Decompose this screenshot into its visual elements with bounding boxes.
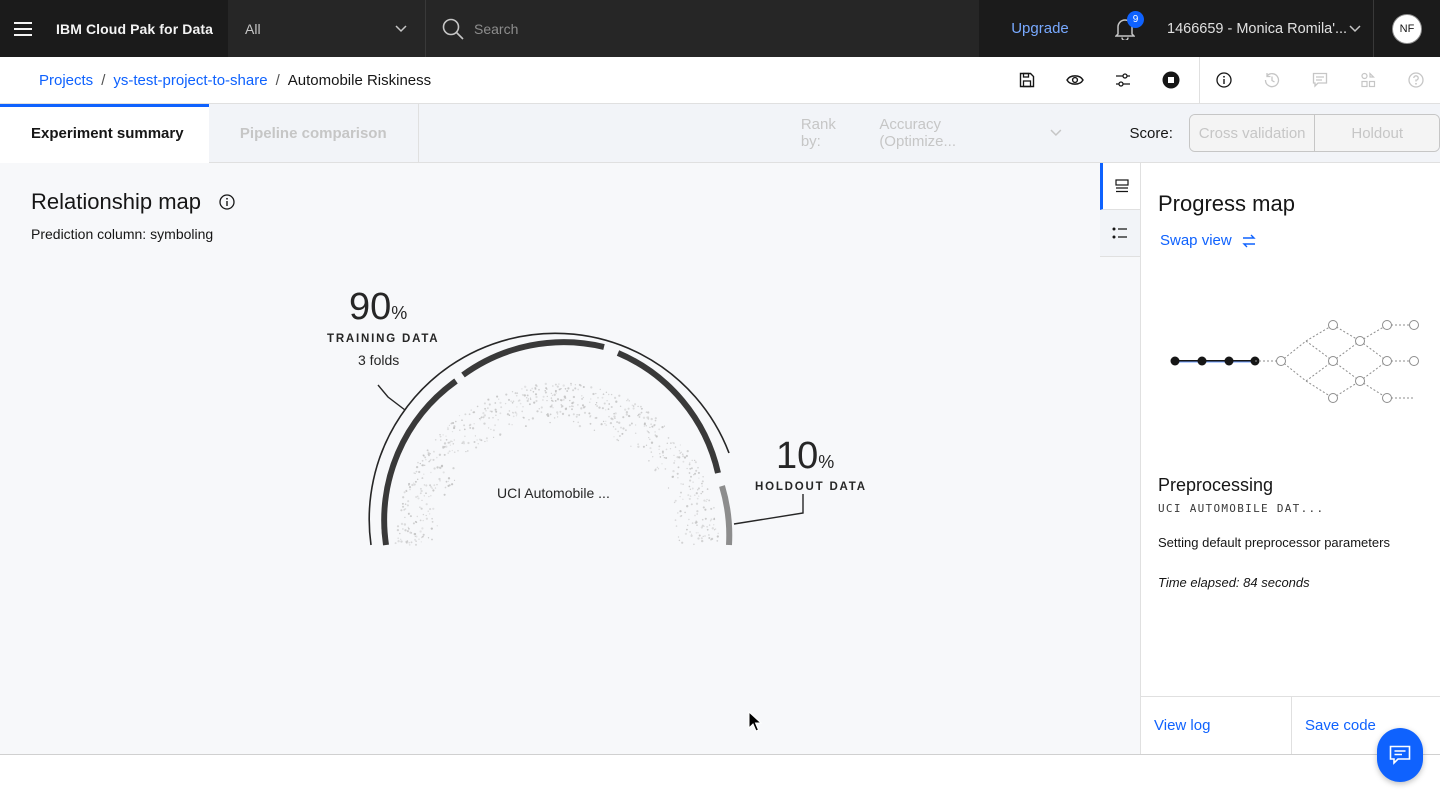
score-holdout-button[interactable]: Holdout [1314, 115, 1439, 151]
holdout-arc [719, 485, 733, 546]
outer-arc [368, 332, 730, 546]
avatar-button[interactable]: NF [1373, 0, 1440, 57]
chat-icon [1389, 745, 1411, 765]
pct-sign: % [391, 303, 408, 323]
pipeline-progress-graph [1170, 320, 1419, 403]
training-folds: 3 folds [358, 352, 400, 368]
settings-adjust-icon [1116, 73, 1130, 87]
training-leader-line [377, 384, 406, 411]
save-button[interactable] [1003, 57, 1051, 104]
breadcrumb-projects[interactable]: Projects [39, 72, 93, 89]
time-elapsed: Time elapsed: 84 seconds [1158, 575, 1310, 590]
account-name: 1466659 - Monica Romila'... [1167, 20, 1348, 37]
bulleted-list-icon [1112, 227, 1127, 239]
holdout-pct-value: 10 [776, 435, 819, 477]
pending-nodes [1276, 320, 1419, 403]
stage-description: Setting default preprocessor parameters [1158, 535, 1390, 550]
rank-by-control: Rank by: Accuracy (Optimize... [801, 116, 1062, 150]
breadcrumb-project[interactable]: ys-test-project-to-share [113, 72, 267, 89]
swap-view-link[interactable]: Swap view [1160, 232, 1256, 249]
tab-pipeline-comparison[interactable]: Pipeline comparison [209, 103, 419, 163]
breadcrumb: Projects / ys-test-project-to-share / Au… [0, 72, 1003, 89]
panel-view-switcher [1100, 163, 1140, 257]
rank-by-dropdown[interactable]: Accuracy (Optimize... [879, 116, 1062, 150]
comments-button[interactable] [1296, 57, 1344, 104]
comment-icon [1312, 72, 1328, 88]
score-switcher: Cross validation Holdout [1188, 114, 1440, 152]
breadcrumb-current: Automobile Riskiness [287, 71, 432, 89]
chevron-down-icon [1349, 24, 1361, 32]
account-switcher[interactable]: 1466659 - Monica Romila'... [1149, 0, 1373, 57]
save-icon [1019, 72, 1035, 88]
holdout-caption: HOLDOUT DATA [755, 481, 867, 493]
search-input[interactable]: Search [426, 0, 979, 57]
breadcrumb-separator: / [275, 71, 280, 89]
stop-icon [1162, 71, 1180, 89]
training-pct-value: 90 [349, 286, 392, 328]
view-icon [1066, 75, 1084, 85]
rank-by-label: Rank by: [800, 116, 836, 150]
help-icon [1408, 72, 1424, 88]
training-percentage: 90% [349, 286, 407, 329]
upgrade-link[interactable]: Upgrade [979, 20, 1101, 37]
hamburger-icon [14, 21, 32, 36]
bottom-bar [0, 754, 1440, 800]
score-cross-validation-button[interactable]: Cross validation [1189, 115, 1315, 151]
chevron-down-icon [395, 24, 407, 32]
tab-experiment-summary[interactable]: Experiment summary [0, 103, 209, 163]
scope-value: All [245, 20, 261, 37]
settings-button[interactable] [1099, 57, 1147, 104]
breadcrumb-bar: Projects / ys-test-project-to-share / Au… [0, 56, 1440, 104]
mouse-cursor-icon [748, 711, 762, 732]
apps-button[interactable] [1344, 57, 1392, 104]
menu-button[interactable] [0, 0, 46, 57]
notifications-button[interactable]: 9 [1101, 0, 1149, 57]
information-button[interactable] [1200, 57, 1248, 104]
experiment-toolbar [1003, 56, 1440, 104]
list-view-icon [1114, 179, 1129, 193]
breadcrumb-separator: / [101, 71, 106, 89]
stage-title: Preprocessing [1158, 475, 1274, 495]
swap-arrows-icon [1242, 234, 1256, 247]
search-placeholder: Search [474, 20, 519, 37]
dataset-particles [394, 382, 719, 546]
progress-map-view-tab[interactable] [1100, 163, 1140, 210]
top-navigation-bar: IBM Cloud Pak for Data All Search Upgrad… [0, 0, 1440, 57]
view-log-button[interactable]: View log [1141, 697, 1291, 754]
pct-sign: % [818, 452, 835, 472]
brand-name[interactable]: IBM Cloud Pak for Data [46, 21, 228, 37]
data-split-diagram [368, 332, 804, 546]
holdout-leader-line [733, 494, 804, 525]
relationship-map-area: Relationship map Prediction column: symbo… [0, 163, 1140, 754]
information-icon [1216, 72, 1232, 88]
chat-button[interactable] [1377, 728, 1423, 782]
apps-icon [1361, 72, 1376, 88]
chevron-down-icon [1050, 129, 1062, 137]
progress-map-panel: Progress map Swap view Preprocessing UCI… [1140, 163, 1440, 754]
view-button[interactable] [1051, 57, 1099, 104]
experiment-tabs: Experiment summary Pipeline comparison R… [0, 103, 1440, 163]
step-list-view-tab[interactable] [1100, 210, 1140, 257]
swap-view-label: Swap view [1160, 232, 1232, 249]
scope-dropdown[interactable]: All [228, 0, 426, 57]
holdout-percentage: 10% [776, 435, 834, 478]
stop-button[interactable] [1147, 57, 1195, 104]
score-label: Score: [1129, 124, 1173, 142]
training-caption: TRAINING DATA [327, 333, 440, 345]
avatar: NF [1392, 13, 1422, 44]
stage-dataset: UCI AUTOMOBILE DAT... [1158, 502, 1325, 515]
help-button[interactable] [1392, 57, 1440, 104]
notification-badge: 9 [1127, 11, 1144, 28]
history-icon [1264, 73, 1280, 88]
progress-map-title: Progress map [1158, 191, 1295, 216]
search-icon [442, 18, 464, 40]
rank-by-value: Accuracy (Optimize... [879, 116, 956, 150]
dataset-label[interactable]: UCI Automobile ... [497, 485, 610, 501]
history-button[interactable] [1248, 57, 1296, 104]
